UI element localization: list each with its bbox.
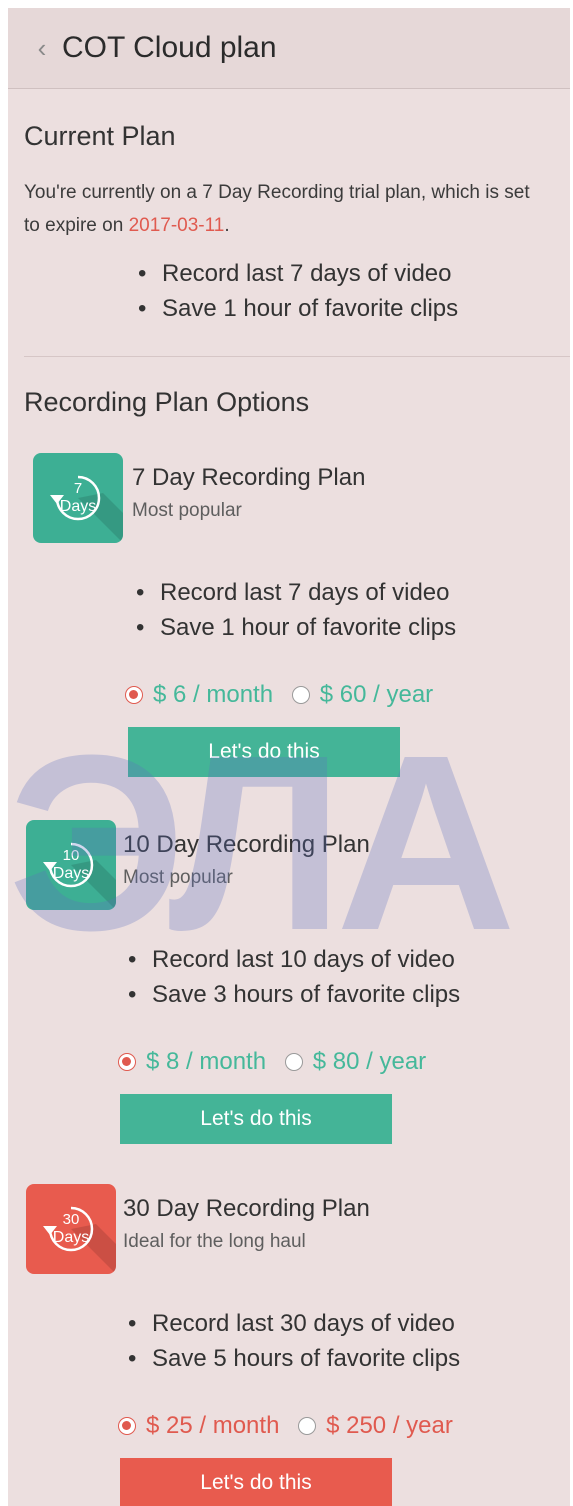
plan-tagline: Most popular [123,867,233,888]
app-screen: ‹ COT Cloud plan Current Plan You're cur… [8,8,570,1506]
radio-selected[interactable] [118,1053,136,1071]
yearly-price-option[interactable]: $ 80 / year [284,1046,427,1078]
yearly-price-option[interactable]: $ 60 / year [291,679,434,711]
radio-selected[interactable] [125,686,143,704]
plan-features: Record last 10 days of video Save 3 hour… [128,942,460,1012]
list-item: Record last 10 days of video [128,942,460,977]
yearly-price: $ 80 / year [312,1048,427,1075]
icon-number: 30 [63,1211,80,1228]
list-item: Save 3 hours of favorite clips [128,977,460,1012]
plan-name: 10 Day Recording Plan [123,831,370,858]
plan-tagline: Most popular [132,500,242,521]
monthly-price: $ 25 / month [146,1412,280,1439]
plan-card-10-day: 10 Days 10 Day Recording Plan Most popul… [8,820,570,1160]
monthly-price-option[interactable]: $ 6 / month [125,679,273,711]
yearly-price-option[interactable]: $ 250 / year [298,1410,453,1442]
current-plan-description: You're currently on a 7 Day Recording tr… [24,176,544,242]
divider [24,356,570,357]
icon-number: 10 [63,847,80,864]
price-options: $ 8 / month $ 80 / year [118,1046,438,1078]
list-item: Save 1 hour of favorite clips [136,610,456,645]
icon-unit: Days [60,498,96,515]
monthly-price-option[interactable]: $ 25 / month [118,1410,279,1442]
subscribe-button[interactable]: Let's do this [120,1094,392,1144]
list-item: Save 5 hours of favorite clips [128,1341,460,1376]
price-options: $ 25 / month $ 250 / year [118,1410,465,1442]
icon-unit: Days [53,1229,89,1246]
monthly-price: $ 6 / month [153,681,274,708]
subscribe-button[interactable]: Let's do this [120,1458,392,1506]
top-nav-bar: ‹ COT Cloud plan [8,8,570,89]
plan-features: Record last 7 days of video Save 1 hour … [136,575,456,645]
subscribe-button[interactable]: Let's do this [128,727,400,777]
plan-name: 30 Day Recording Plan [123,1195,370,1222]
clock-days-icon: 10 Days [26,820,116,910]
plan-features: Record last 30 days of video Save 5 hour… [128,1306,460,1376]
price-options: $ 6 / month $ 60 / year [125,679,445,711]
radio-selected[interactable] [118,1417,136,1435]
plan-name: 7 Day Recording Plan [132,464,366,491]
current-plan-features: Record last 7 days of video Save 1 hour … [138,256,458,326]
plan-card-30-day: 30 Days 30 Day Recording Plan Ideal for … [8,1184,570,1506]
radio-unselected[interactable] [284,1053,303,1071]
plan-tagline: Ideal for the long haul [123,1231,306,1252]
current-plan-text-suffix: . [224,215,230,236]
current-plan-heading: Current Plan [24,121,176,151]
icon-number: 7 [74,480,82,497]
list-item: Save 1 hour of favorite clips [138,291,458,326]
plan-card-7-day: 7 Days 7 Day Recording Plan Most popular… [8,453,570,793]
clock-days-icon: 30 Days [26,1184,116,1274]
list-item: Record last 7 days of video [136,575,456,610]
expiry-date: 2017-03-11 [128,215,225,236]
monthly-price: $ 8 / month [146,1048,267,1075]
radio-unselected[interactable] [291,686,310,704]
options-heading: Recording Plan Options [24,387,310,417]
yearly-price: $ 60 / year [319,681,434,708]
radio-unselected[interactable] [298,1417,317,1435]
current-plan-text: You're currently on a 7 Day Recording tr… [24,182,530,236]
monthly-price-option[interactable]: $ 8 / month [118,1046,266,1078]
yearly-price: $ 250 / year [326,1412,453,1439]
page-title: COT Cloud plan [62,31,277,64]
icon-unit: Days [53,865,89,882]
list-item: Record last 7 days of video [138,256,458,291]
list-item: Record last 30 days of video [128,1306,460,1341]
chevron-left-icon[interactable]: ‹ [30,34,54,62]
clock-days-icon: 7 Days [33,453,123,543]
